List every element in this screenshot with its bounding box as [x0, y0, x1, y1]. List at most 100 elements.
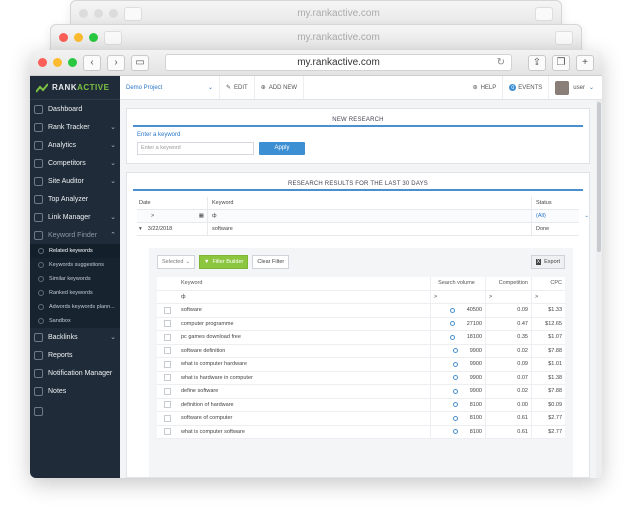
user-menu[interactable]: user ⌄: [549, 76, 602, 99]
sidebar-item-analytics[interactable]: Analytics ⌄: [30, 136, 120, 154]
competition-column-header[interactable]: Competition: [485, 277, 531, 290]
trend-icon[interactable]: [449, 307, 455, 313]
keyword-cell: computer programme: [181, 320, 234, 327]
project-selector[interactable]: Demo Project ⌄: [120, 76, 220, 99]
trend-icon[interactable]: [452, 375, 458, 381]
sidebar-item-top-analyzer[interactable]: Top Analyzer: [30, 190, 120, 208]
export-button[interactable]: X Export: [530, 255, 565, 269]
reload-icon[interactable]: ↻: [497, 57, 505, 68]
chevron-down-icon: ⌄: [588, 85, 594, 91]
add-new-button[interactable]: ⊕ ADD NEW: [255, 76, 305, 99]
trend-icon[interactable]: [452, 348, 458, 354]
sidebar-toggle-icon[interactable]: ▭: [131, 54, 149, 71]
close-dot-icon[interactable]: [38, 58, 47, 67]
sidebar-item-competitors[interactable]: Competitors ⌄: [30, 154, 120, 172]
row-checkbox[interactable]: [163, 333, 171, 341]
trend-icon[interactable]: [452, 402, 458, 408]
status-header[interactable]: Status: [531, 197, 579, 209]
brand-logo[interactable]: RANKACTIVE: [30, 76, 120, 100]
row-checkbox[interactable]: [163, 401, 171, 409]
status-filter-select[interactable]: (All) ⌄: [531, 210, 589, 222]
share-icon[interactable]: ⇪: [528, 54, 546, 71]
new-tab-icon[interactable]: +: [576, 54, 594, 71]
submenu-item[interactable]: Similar keywords: [30, 272, 120, 286]
table-row[interactable]: ▾ 3/22/2018 software Done: [137, 223, 579, 236]
sidebar-item-backlinks[interactable]: Backlinks ⌄: [30, 328, 120, 346]
collapse-icon: [34, 406, 43, 416]
row-date-text: 3/22/2018: [147, 226, 173, 232]
trend-icon[interactable]: [449, 334, 455, 340]
keyword-column-header[interactable]: Keyword: [177, 280, 430, 286]
sidebar-item-reports[interactable]: Reports: [30, 346, 120, 364]
volume-column-header[interactable]: Search volume: [430, 277, 485, 290]
trend-icon[interactable]: [449, 321, 455, 327]
row-checkbox[interactable]: [163, 360, 171, 368]
table-row[interactable]: definition of hardware 8100 0.00 $0.09: [157, 398, 565, 412]
table-row[interactable]: define software 9900 0.02 $7.88: [157, 385, 565, 399]
sidebar-item-link-manager[interactable]: Link Manager ⌄: [30, 208, 120, 226]
table-row[interactable]: software 40500 0.09 $1.33: [157, 304, 565, 318]
sidebar-item-notification-manager[interactable]: Notification Manager: [30, 364, 120, 382]
calendar-icon[interactable]: ▦: [199, 213, 204, 219]
sidebar-item-notes[interactable]: Notes: [30, 382, 120, 400]
trend-icon[interactable]: [452, 388, 458, 394]
scrollbar-thumb[interactable]: [597, 102, 601, 252]
back-button[interactable]: ‹: [83, 54, 101, 71]
row-checkbox[interactable]: [163, 306, 171, 314]
edit-button[interactable]: ✎ EDIT: [220, 76, 255, 99]
date-header[interactable]: Date: [137, 200, 207, 206]
sidebar-item-dashboard[interactable]: Dashboard: [30, 100, 120, 118]
table-row[interactable]: what is computer hardware 9900 0.09 $1.01: [157, 358, 565, 372]
submenu-item[interactable]: Sandbox: [30, 314, 120, 328]
row-checkbox[interactable]: [163, 374, 171, 382]
sidebar-item-rank-tracker[interactable]: Rank Tracker ⌄: [30, 118, 120, 136]
help-button[interactable]: ⊛ HELP: [467, 76, 504, 99]
trend-icon[interactable]: [452, 361, 458, 367]
keyword-header[interactable]: Keyword: [207, 197, 531, 209]
submenu-item[interactable]: Adwords keywords plann...: [30, 300, 120, 314]
zoom-dot-icon[interactable]: [68, 58, 77, 67]
competition-column-filter[interactable]: >: [485, 290, 531, 303]
keyword-column-filter[interactable]: ф: [177, 294, 430, 300]
table-row[interactable]: pc games download free 18100 0.35 $1.07: [157, 331, 565, 345]
sidebar-item-site-auditor[interactable]: Site Auditor ⌄: [30, 172, 120, 190]
row-checkbox[interactable]: [163, 347, 171, 355]
tabs-icon[interactable]: ❐: [552, 54, 570, 71]
trend-icon[interactable]: [452, 429, 458, 435]
row-checkbox[interactable]: [163, 320, 171, 328]
forward-button[interactable]: ›: [107, 54, 125, 71]
row-checkbox[interactable]: [163, 414, 171, 422]
filter-builder-button[interactable]: ▼ Filter Builder: [199, 255, 249, 269]
cpc-column-filter[interactable]: >: [531, 290, 565, 303]
date-filter[interactable]: > ▦: [137, 213, 207, 219]
row-checkbox[interactable]: [163, 387, 171, 395]
expand-caret-icon[interactable]: ▾: [139, 226, 142, 232]
submenu-item[interactable]: Keywords suggestions: [30, 258, 120, 272]
table-row[interactable]: software definition 9900 0.02 $7.88: [157, 344, 565, 358]
submenu-item[interactable]: Related keywords: [30, 244, 120, 258]
table-row[interactable]: what is computer software 8100 0.61 $2.77: [157, 425, 565, 439]
keyword-filter-input[interactable]: ф: [207, 210, 531, 222]
row-checkbox[interactable]: [163, 428, 171, 436]
clear-filter-button[interactable]: Clear Filter: [252, 255, 290, 269]
table-row[interactable]: software of computer 8100 0.61 $2.77: [157, 412, 565, 426]
table-row[interactable]: computer programme 27100 0.47 $12.65: [157, 317, 565, 331]
zoom-dot-icon: [89, 33, 98, 42]
cpc-column-header[interactable]: CPC: [531, 277, 565, 290]
collapse-sidebar-item[interactable]: [30, 402, 120, 420]
apply-button[interactable]: Apply: [259, 142, 305, 155]
address-bar[interactable]: my.rankactive.com ↻: [165, 54, 512, 71]
page-scrollbar[interactable]: [596, 100, 602, 478]
chevron-down-icon[interactable]: ⌄: [584, 213, 589, 219]
submenu-item[interactable]: Ranked keywords: [30, 286, 120, 300]
brand-name: RANKACTIVE: [52, 83, 109, 92]
volume-column-filter[interactable]: >: [430, 290, 485, 303]
events-button[interactable]: 0 EVENTS: [503, 76, 550, 99]
table-row[interactable]: what is hardware in computer 9900 0.07 $1.3…: [157, 371, 565, 385]
sidebar-item-keyword-finder[interactable]: Keyword Finder ⌃: [30, 226, 120, 244]
keyword-input[interactable]: Enter a keyword: [137, 142, 254, 155]
window-control-icon: [94, 9, 103, 18]
trend-icon[interactable]: [452, 415, 458, 421]
selected-dropdown[interactable]: Selected ⌄: [157, 255, 196, 269]
minimize-dot-icon[interactable]: [53, 58, 62, 67]
